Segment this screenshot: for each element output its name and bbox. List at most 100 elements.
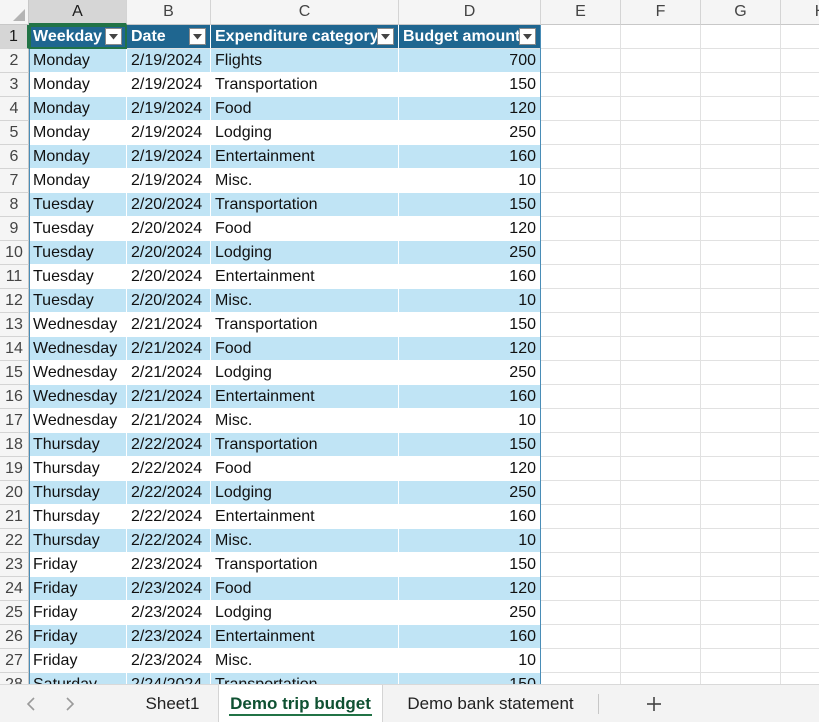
cell-h14[interactable] xyxy=(781,337,819,361)
cell-f3[interactable] xyxy=(621,73,701,97)
cell-b2[interactable]: 2/19/2024 xyxy=(127,49,211,73)
cell-f25[interactable] xyxy=(621,601,701,625)
cell-e20[interactable] xyxy=(541,481,621,505)
cell-h3[interactable] xyxy=(781,73,819,97)
cell-g7[interactable] xyxy=(701,169,781,193)
row-header-13[interactable]: 13 xyxy=(0,313,29,337)
cell-g11[interactable] xyxy=(701,265,781,289)
cell-g15[interactable] xyxy=(701,361,781,385)
cell-h24[interactable] xyxy=(781,577,819,601)
cell-a14[interactable]: Wednesday xyxy=(29,337,127,361)
cell-g21[interactable] xyxy=(701,505,781,529)
cell-d11[interactable]: 160 xyxy=(399,265,541,289)
cell-c15[interactable]: Lodging xyxy=(211,361,399,385)
row-header-17[interactable]: 17 xyxy=(0,409,29,433)
row-header-21[interactable]: 21 xyxy=(0,505,29,529)
cell-d7[interactable]: 10 xyxy=(399,169,541,193)
cell-e22[interactable] xyxy=(541,529,621,553)
cell-b14[interactable]: 2/21/2024 xyxy=(127,337,211,361)
cell-d3[interactable]: 150 xyxy=(399,73,541,97)
cell-f4[interactable] xyxy=(621,97,701,121)
cell-c21[interactable]: Entertainment xyxy=(211,505,399,529)
sheet-tab-demo-trip-budget[interactable]: Demo trip budget xyxy=(218,685,383,722)
cell-c3[interactable]: Transportation xyxy=(211,73,399,97)
cell-c22[interactable]: Misc. xyxy=(211,529,399,553)
cell-f28[interactable] xyxy=(621,673,701,684)
cell-f6[interactable] xyxy=(621,145,701,169)
table-header-budget-amount[interactable]: Budget amount xyxy=(399,25,541,49)
cell-g4[interactable] xyxy=(701,97,781,121)
cell-a17[interactable]: Wednesday xyxy=(29,409,127,433)
cell-g28[interactable] xyxy=(701,673,781,684)
column-header-d[interactable]: D xyxy=(399,0,541,25)
cell-f18[interactable] xyxy=(621,433,701,457)
cell-h25[interactable] xyxy=(781,601,819,625)
cell-d12[interactable]: 10 xyxy=(399,289,541,313)
cell-e4[interactable] xyxy=(541,97,621,121)
cell-g18[interactable] xyxy=(701,433,781,457)
row-header-15[interactable]: 15 xyxy=(0,361,29,385)
cell-e5[interactable] xyxy=(541,121,621,145)
cell-d27[interactable]: 10 xyxy=(399,649,541,673)
cell-a5[interactable]: Monday xyxy=(29,121,127,145)
row-header-4[interactable]: 4 xyxy=(0,97,29,121)
chevron-left-icon[interactable] xyxy=(21,694,41,714)
cell-b26[interactable]: 2/23/2024 xyxy=(127,625,211,649)
cell-e6[interactable] xyxy=(541,145,621,169)
cell-f26[interactable] xyxy=(621,625,701,649)
cell-g17[interactable] xyxy=(701,409,781,433)
cell-c6[interactable]: Entertainment xyxy=(211,145,399,169)
row-header-22[interactable]: 22 xyxy=(0,529,29,553)
filter-dropdown-icon[interactable] xyxy=(189,28,206,45)
cell-d9[interactable]: 120 xyxy=(399,217,541,241)
cell-d6[interactable]: 160 xyxy=(399,145,541,169)
cell-e7[interactable] xyxy=(541,169,621,193)
row-header-6[interactable]: 6 xyxy=(0,145,29,169)
cell-h12[interactable] xyxy=(781,289,819,313)
cell-g20[interactable] xyxy=(701,481,781,505)
table-header-date[interactable]: Date xyxy=(127,25,211,49)
cell-c11[interactable]: Entertainment xyxy=(211,265,399,289)
cell-c25[interactable]: Lodging xyxy=(211,601,399,625)
row-header-3[interactable]: 3 xyxy=(0,73,29,97)
cell-a11[interactable]: Tuesday xyxy=(29,265,127,289)
row-header-5[interactable]: 5 xyxy=(0,121,29,145)
cell-b18[interactable]: 2/22/2024 xyxy=(127,433,211,457)
cell-b6[interactable]: 2/19/2024 xyxy=(127,145,211,169)
cell-a13[interactable]: Wednesday xyxy=(29,313,127,337)
cell-c10[interactable]: Lodging xyxy=(211,241,399,265)
sheet-tab-sheet1[interactable]: Sheet1 xyxy=(136,685,209,722)
cell-g9[interactable] xyxy=(701,217,781,241)
cell-g12[interactable] xyxy=(701,289,781,313)
cell-a28[interactable]: Saturday xyxy=(29,673,127,684)
cell-e2[interactable] xyxy=(541,49,621,73)
cell-f27[interactable] xyxy=(621,649,701,673)
cell-d2[interactable]: 700 xyxy=(399,49,541,73)
cell-c28[interactable]: Transportation xyxy=(211,673,399,684)
cell-e26[interactable] xyxy=(541,625,621,649)
cell-h13[interactable] xyxy=(781,313,819,337)
cell-c24[interactable]: Food xyxy=(211,577,399,601)
cell-f9[interactable] xyxy=(621,217,701,241)
cell-d23[interactable]: 150 xyxy=(399,553,541,577)
cell-g24[interactable] xyxy=(701,577,781,601)
spreadsheet-grid[interactable]: ABCDEFGH 1WeekdayDateExpenditure category… xyxy=(0,0,819,684)
cell-f7[interactable] xyxy=(621,169,701,193)
cell-a8[interactable]: Tuesday xyxy=(29,193,127,217)
cell-f2[interactable] xyxy=(621,49,701,73)
column-header-e[interactable]: E xyxy=(541,0,621,25)
cell-e9[interactable] xyxy=(541,217,621,241)
cell-d26[interactable]: 160 xyxy=(399,625,541,649)
cell-f12[interactable] xyxy=(621,289,701,313)
column-header-h[interactable]: H xyxy=(781,0,819,25)
cell-h26[interactable] xyxy=(781,625,819,649)
cell-g2[interactable] xyxy=(701,49,781,73)
cell-d4[interactable]: 120 xyxy=(399,97,541,121)
cell-e13[interactable] xyxy=(541,313,621,337)
cell-a23[interactable]: Friday xyxy=(29,553,127,577)
cell-h22[interactable] xyxy=(781,529,819,553)
cell-g14[interactable] xyxy=(701,337,781,361)
cell-a3[interactable]: Monday xyxy=(29,73,127,97)
row-header-11[interactable]: 11 xyxy=(0,265,29,289)
cell-a15[interactable]: Wednesday xyxy=(29,361,127,385)
